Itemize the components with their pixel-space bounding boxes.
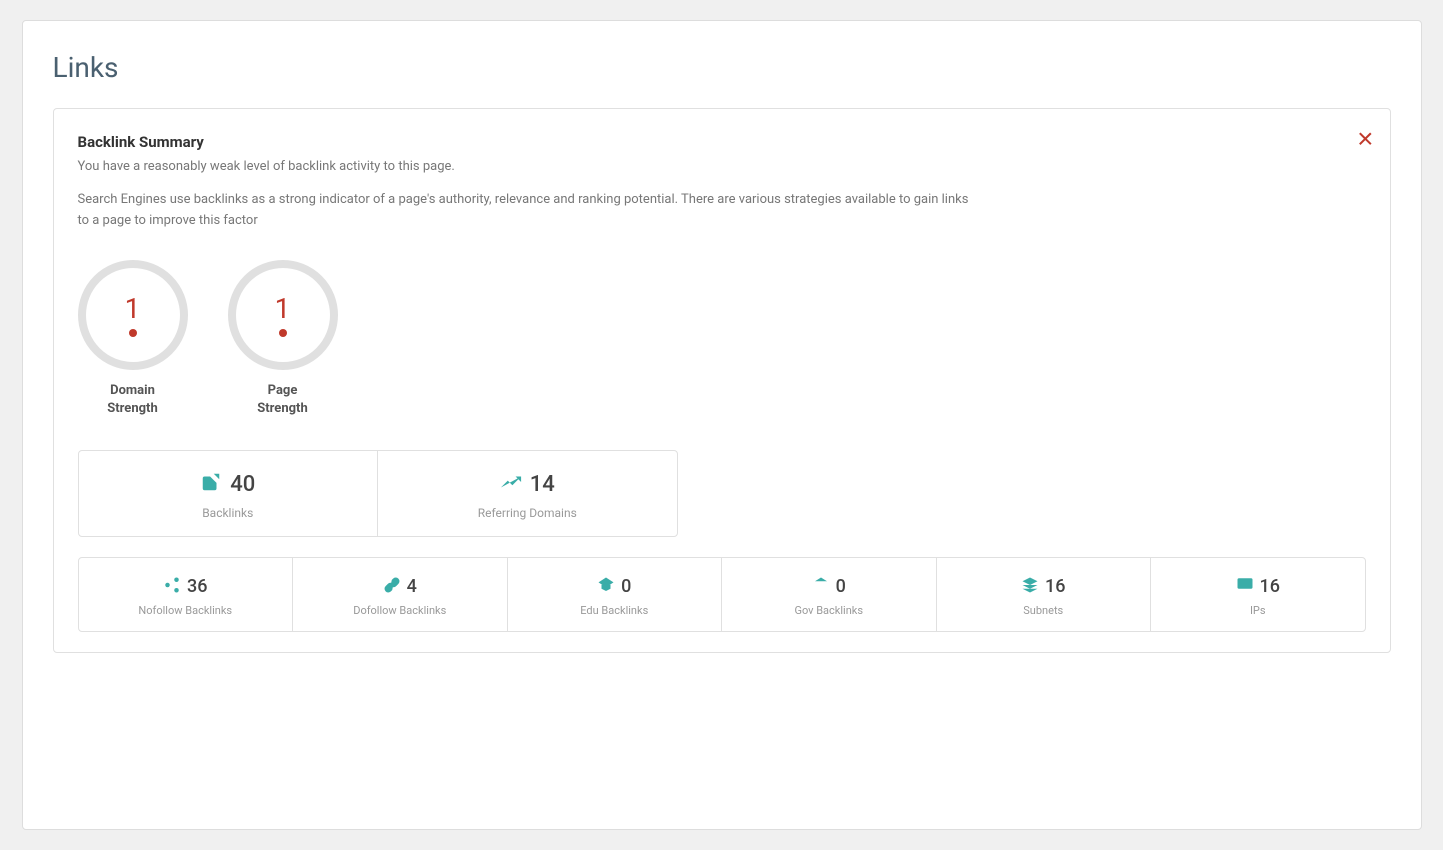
edu-number: 0 xyxy=(621,576,631,597)
gov-stat: 0 Gov Backlinks xyxy=(722,558,937,631)
building-icon xyxy=(812,576,830,598)
page-strength-label: PageStrength xyxy=(257,382,307,418)
page-strength-value: 1 xyxy=(275,292,291,325)
dofollow-number: 4 xyxy=(407,576,417,597)
close-button[interactable]: × xyxy=(1357,125,1373,153)
subnets-stat: 16 Subnets xyxy=(937,558,1152,631)
backlinks-number: 40 xyxy=(230,472,255,497)
backlinks-value-row: 40 xyxy=(200,471,255,498)
external-link-icon xyxy=(200,471,222,498)
dofollow-stat: 4 Dofollow Backlinks xyxy=(293,558,508,631)
edu-stat: 0 Edu Backlinks xyxy=(508,558,723,631)
ips-stat: 16 IPs xyxy=(1151,558,1365,631)
domain-strength-dot xyxy=(129,329,137,337)
subnets-number: 16 xyxy=(1045,576,1065,597)
page-strength-gauge: 1 PageStrength xyxy=(228,260,338,418)
stats-bottom-row: 36 Nofollow Backlinks 4 Dofollow Backlin… xyxy=(78,557,1366,632)
graduation-icon xyxy=(597,576,615,598)
ips-number: 16 xyxy=(1260,576,1280,597)
subnets-label: Subnets xyxy=(1023,604,1063,617)
domain-strength-label: DomainStrength xyxy=(107,382,157,418)
stats-top-row: 40 Backlinks 14 Referring Domains xyxy=(78,450,678,537)
backlink-summary-card: × Backlink Summary You have a reasonably… xyxy=(53,108,1391,653)
nofollow-stat: 36 Nofollow Backlinks xyxy=(79,558,294,631)
card-title: Backlink Summary xyxy=(78,133,1366,151)
share-icon xyxy=(163,576,181,598)
referring-domains-value-row: 14 xyxy=(500,471,555,498)
backlinks-label: Backlinks xyxy=(202,506,253,520)
referring-domains-stat: 14 Referring Domains xyxy=(378,451,677,536)
domain-strength-value: 1 xyxy=(125,292,141,325)
nofollow-number: 36 xyxy=(187,576,207,597)
domain-strength-gauge: 1 DomainStrength xyxy=(78,260,188,418)
backlinks-stat: 40 Backlinks xyxy=(79,451,379,536)
page-wrapper: Links × Backlink Summary You have a reas… xyxy=(22,20,1422,830)
card-description: Search Engines use backlinks as a strong… xyxy=(78,190,978,232)
page-strength-circle: 1 xyxy=(228,260,338,370)
edu-label: Edu Backlinks xyxy=(580,604,648,617)
gauges-row: 1 DomainStrength 1 PageStrength xyxy=(78,260,1366,418)
referring-domains-number: 14 xyxy=(530,472,555,497)
gov-number: 0 xyxy=(836,576,846,597)
ips-label: IPs xyxy=(1250,604,1266,617)
layers-icon xyxy=(1021,576,1039,598)
trending-up-icon xyxy=(500,471,522,498)
dofollow-label: Dofollow Backlinks xyxy=(353,604,446,617)
page-title: Links xyxy=(53,51,1391,84)
referring-domains-label: Referring Domains xyxy=(478,506,577,520)
page-strength-dot xyxy=(279,329,287,337)
card-subtitle: You have a reasonably weak level of back… xyxy=(78,159,1366,174)
gov-label: Gov Backlinks xyxy=(794,604,863,617)
monitor-icon xyxy=(1236,576,1254,598)
link-icon xyxy=(383,576,401,598)
nofollow-label: Nofollow Backlinks xyxy=(138,604,232,617)
domain-strength-circle: 1 xyxy=(78,260,188,370)
